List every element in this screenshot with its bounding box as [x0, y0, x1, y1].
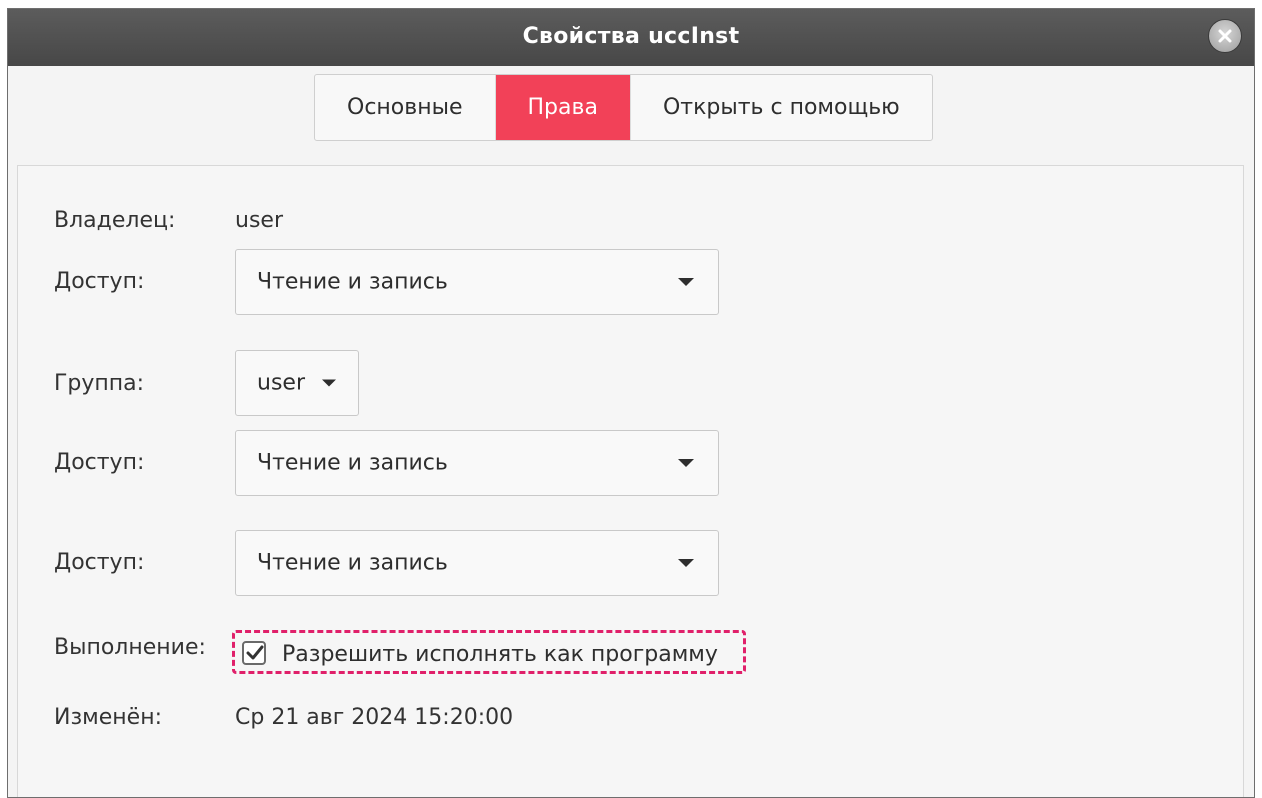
owner-access-value: Чтение и запись [257, 269, 448, 295]
chevron-down-icon [678, 278, 694, 286]
others-access-value: Чтение и запись [257, 550, 448, 576]
chevron-down-icon [322, 379, 336, 387]
owner-access-dropdown[interactable]: Чтение и запись [235, 249, 719, 315]
close-icon [1218, 29, 1232, 43]
tab-permissions[interactable]: Права [494, 75, 630, 140]
permissions-panel: Владелец: user Доступ: Чтение и запись Г… [17, 165, 1244, 797]
chevron-down-icon [678, 559, 694, 567]
group-dropdown[interactable]: user [235, 350, 359, 416]
group-value: user [257, 370, 305, 396]
group-access-value: Чтение и запись [257, 450, 448, 476]
execute-checkbox[interactable] [242, 641, 266, 665]
owner-label: Владелец: [54, 208, 176, 233]
tab-general[interactable]: Основные [315, 75, 495, 140]
modified-label: Изменён: [54, 705, 163, 730]
owner-access-label: Доступ: [54, 269, 145, 294]
tab-bar: Основные Права Открыть с помощью [314, 74, 933, 141]
title-bar[interactable]: Свойства uccInst [8, 9, 1254, 66]
group-access-dropdown[interactable]: Чтение и запись [235, 430, 719, 496]
properties-window: Свойства uccInst Основные Права Открыть … [7, 8, 1255, 798]
modified-value: Ср 21 авг 2024 15:20:00 [235, 705, 514, 730]
group-label: Группа: [54, 371, 145, 396]
checkmark-icon [246, 645, 264, 660]
owner-value: user [235, 208, 283, 233]
execute-label: Выполнение: [54, 635, 206, 660]
group-access-label: Доступ: [54, 450, 145, 475]
others-access-dropdown[interactable]: Чтение и запись [235, 530, 719, 596]
execute-checkbox-label[interactable]: Разрешить исполнять как программу [282, 642, 718, 667]
window-title: Свойства uccInst [522, 24, 740, 49]
tab-open-with[interactable]: Открыть с помощью [629, 75, 932, 140]
close-button[interactable] [1208, 19, 1242, 53]
others-access-label: Доступ: [54, 550, 145, 575]
chevron-down-icon [678, 459, 694, 467]
